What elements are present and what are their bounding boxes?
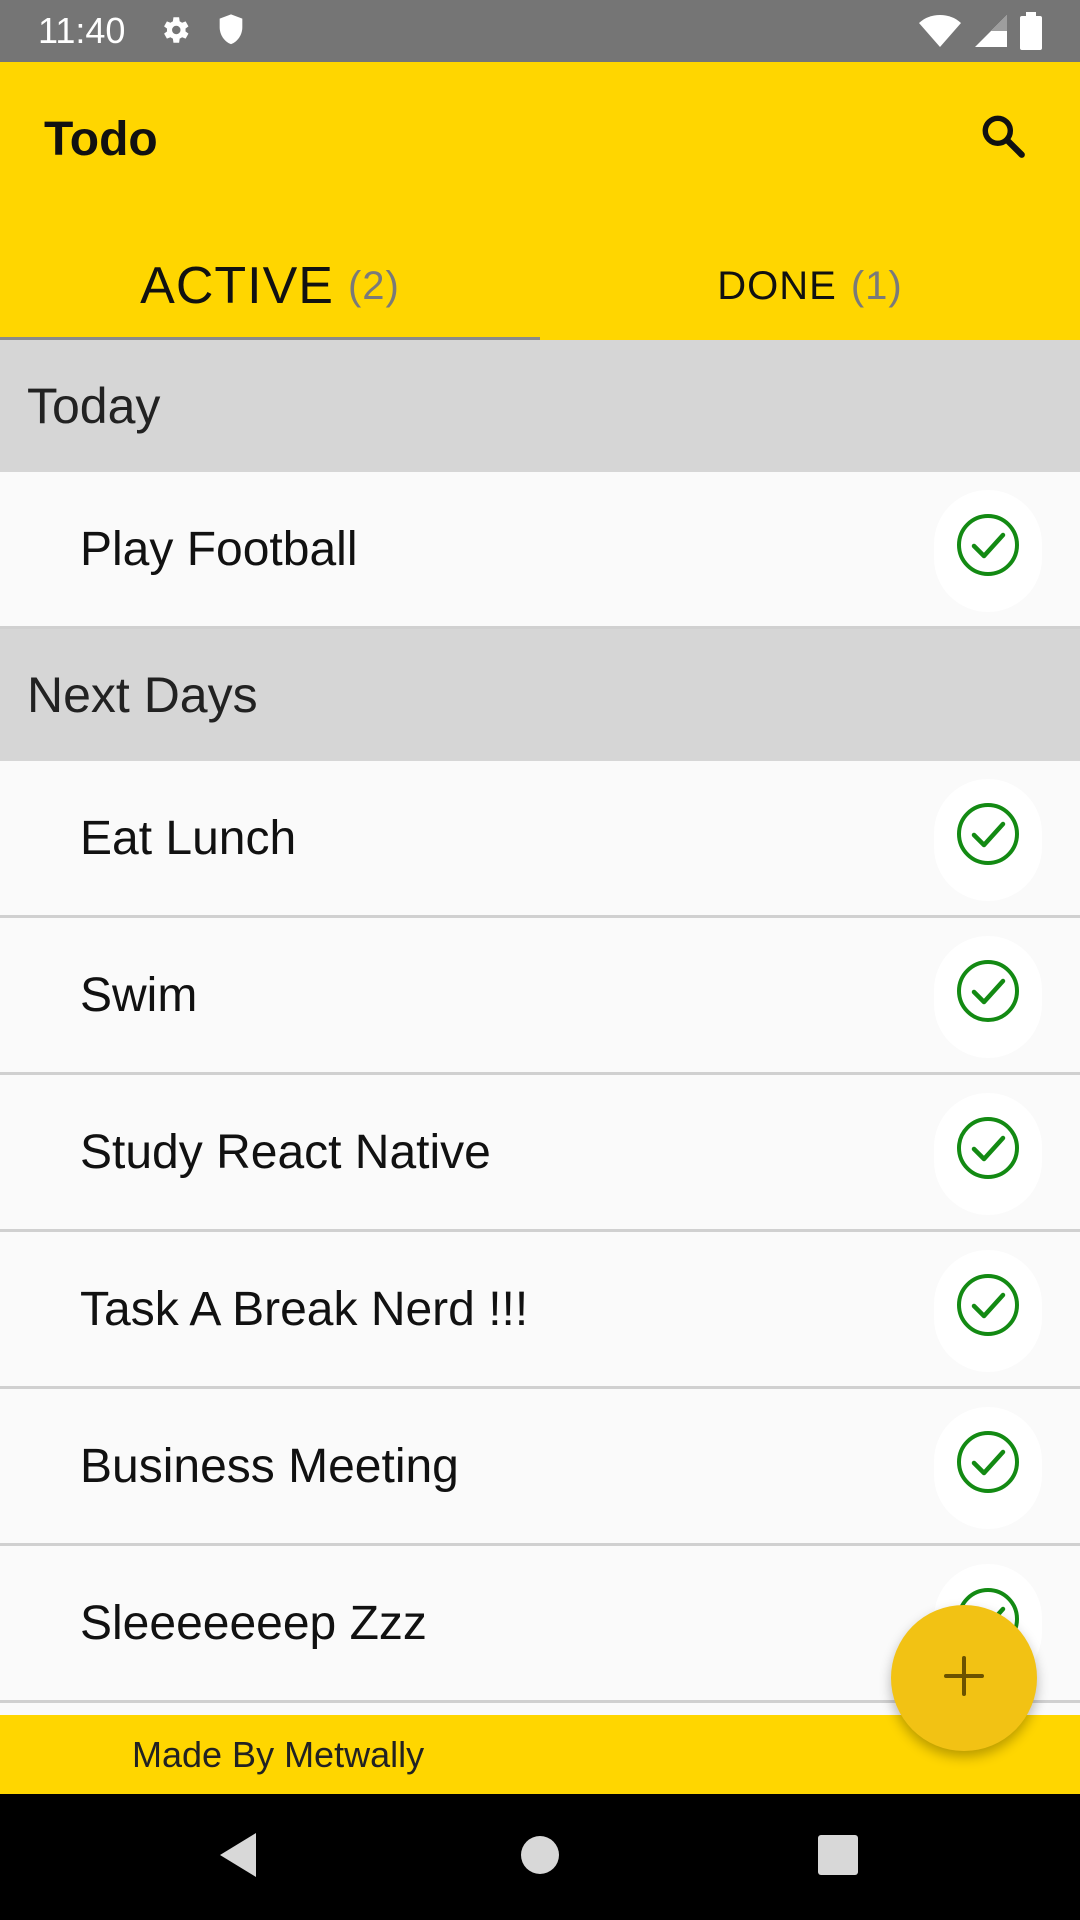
app-title: Todo (44, 113, 158, 166)
search-button[interactable] (975, 110, 1031, 166)
check-circle-icon (955, 1429, 1021, 1507)
list-item[interactable]: Study React Native (0, 1075, 1080, 1232)
list-item-label: Swim (80, 968, 198, 1022)
recents-square-icon (817, 1834, 859, 1881)
list-item[interactable]: Task A Break Nerd !!! (0, 1232, 1080, 1389)
tab-active[interactable]: ACTIVE (2) (0, 232, 540, 340)
status-right-icons (918, 12, 1042, 55)
tab-done[interactable]: DONE (1) (540, 232, 1080, 340)
complete-button[interactable] (934, 490, 1042, 612)
list-item-label: Sleeeeeeep Zzz (80, 1596, 427, 1650)
home-button[interactable] (510, 1827, 570, 1887)
check-circle-icon (955, 958, 1021, 1036)
system-nav-bar (0, 1794, 1080, 1920)
signal-icon (974, 14, 1008, 53)
search-icon (978, 111, 1028, 166)
back-button[interactable] (208, 1827, 268, 1887)
list-item[interactable]: Eat Lunch (0, 761, 1080, 918)
list-item[interactable]: Play Football (0, 472, 1080, 629)
tab-active-label: ACTIVE (140, 257, 334, 315)
footer-text: Made By Metwally (132, 1733, 425, 1775)
check-circle-icon (955, 1115, 1021, 1193)
status-bar: 11:40 (0, 0, 1080, 62)
complete-button[interactable] (934, 1407, 1042, 1529)
check-circle-icon (955, 1272, 1021, 1350)
section-header-today: Today (0, 340, 1080, 472)
list-item-label: Play Football (80, 522, 358, 576)
complete-button[interactable] (934, 936, 1042, 1058)
list-item-label: Eat Lunch (80, 811, 297, 865)
app-bar: Todo ACTIVE (2) DONE (1) (0, 62, 1080, 340)
tab-done-label: DONE (717, 263, 837, 308)
wifi-icon (918, 14, 962, 53)
list-item[interactable]: Business Meeting (0, 1389, 1080, 1546)
shield-icon (216, 13, 246, 52)
plus-icon (942, 1654, 986, 1703)
list-item-label: Task A Break Nerd !!! (80, 1282, 529, 1336)
section-header-next-days: Next Days (0, 629, 1080, 761)
recents-button[interactable] (808, 1827, 868, 1887)
complete-button[interactable] (934, 1250, 1042, 1372)
home-circle-icon (519, 1834, 561, 1881)
status-left-icons (158, 13, 246, 52)
tab-bar: ACTIVE (2) DONE (1) (0, 232, 1080, 340)
status-time: 11:40 (38, 10, 126, 51)
battery-icon (1020, 12, 1042, 55)
list-item-label: Business Meeting (80, 1439, 459, 1493)
list-item-label: Study React Native (80, 1125, 491, 1179)
todo-list: Today Play Football Next Days Eat Lunch … (0, 340, 1080, 1703)
list-item[interactable]: Swim (0, 918, 1080, 1075)
complete-button[interactable] (934, 1093, 1042, 1215)
tab-active-count: (2) (347, 263, 400, 308)
gear-icon (158, 13, 192, 52)
back-triangle-icon (216, 1831, 260, 1884)
add-task-button[interactable] (891, 1605, 1037, 1751)
check-circle-icon (955, 801, 1021, 879)
complete-button[interactable] (934, 779, 1042, 901)
tab-done-count: (1) (850, 263, 903, 308)
check-circle-icon (955, 512, 1021, 590)
